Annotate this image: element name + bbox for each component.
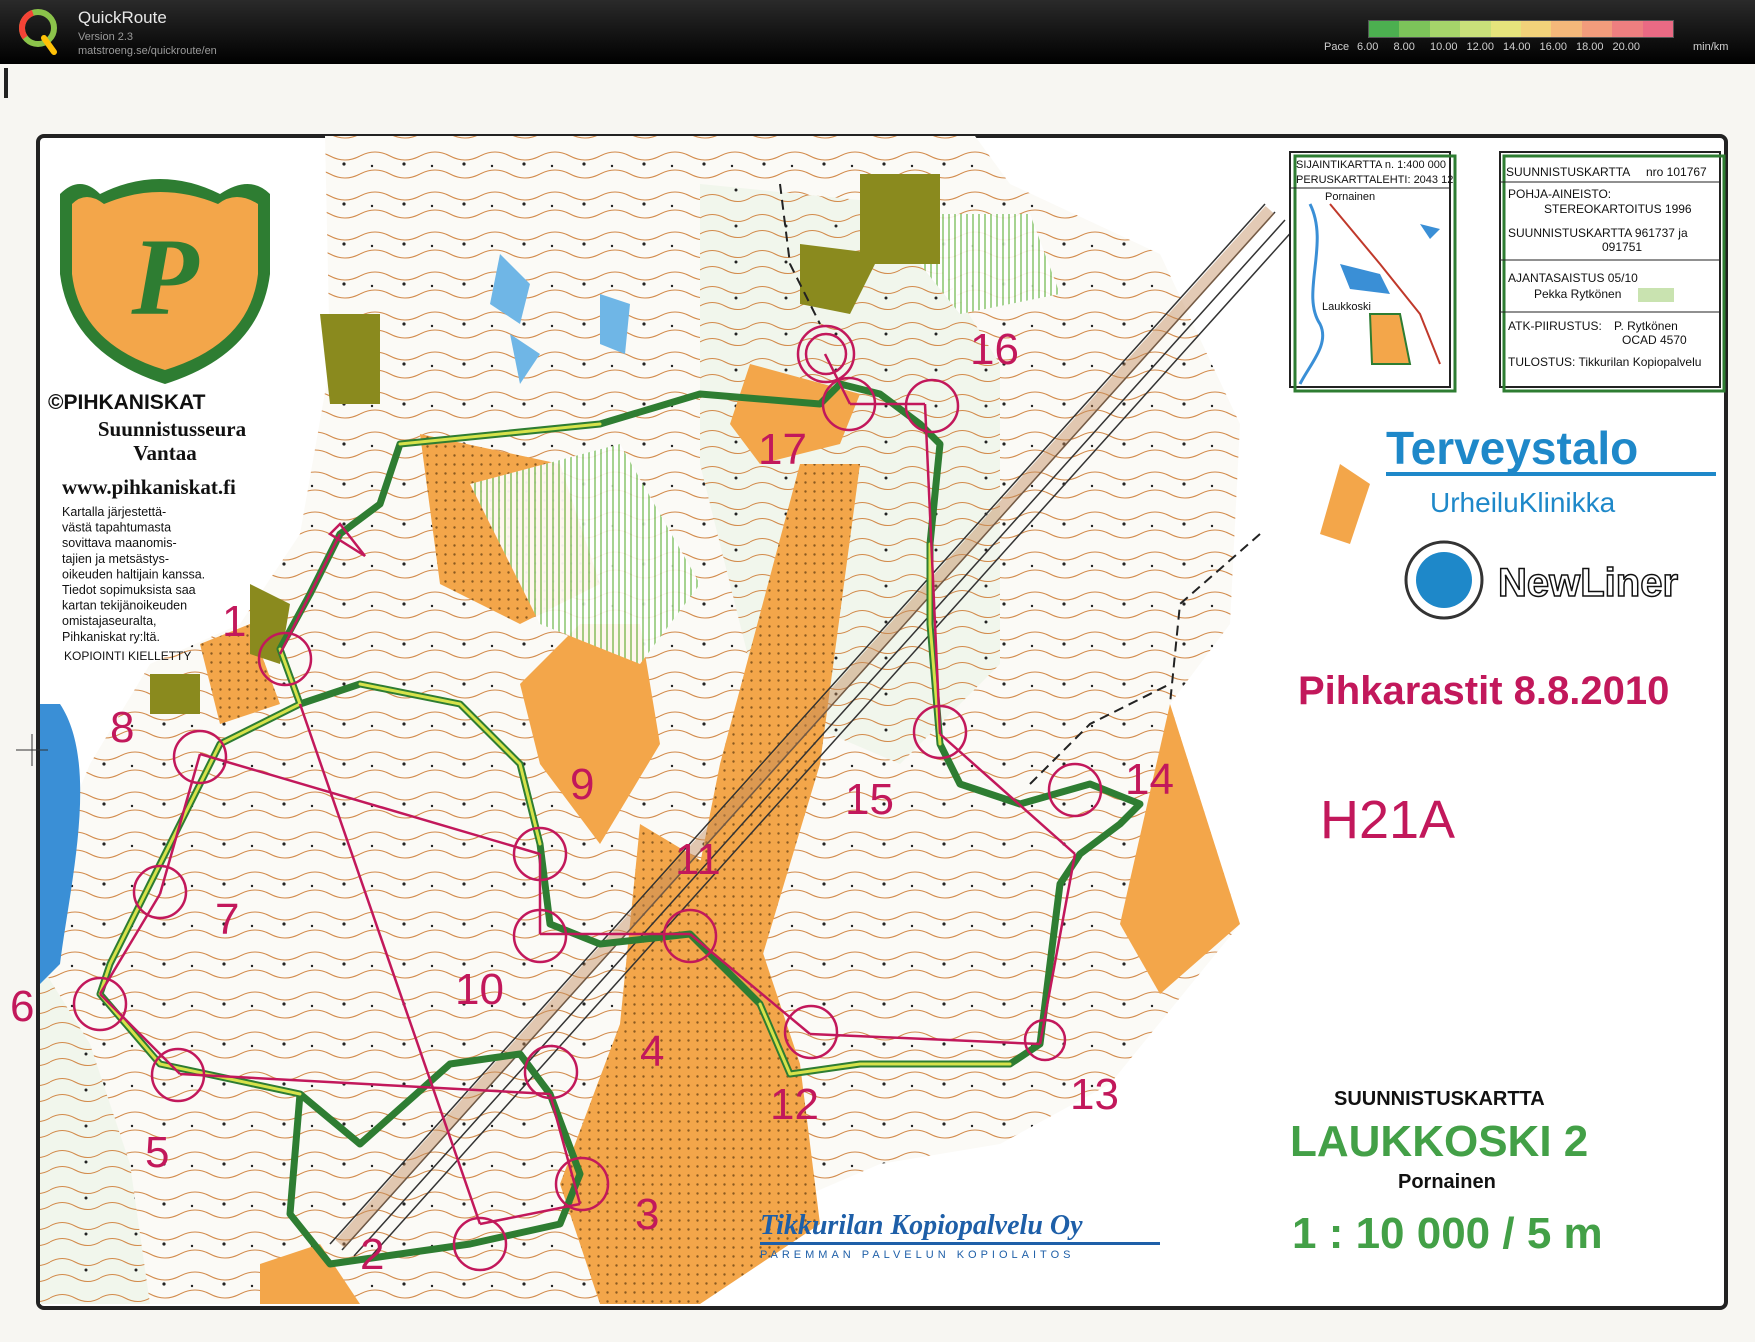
control-number: 10 [455, 965, 504, 1014]
control-number: 17 [758, 425, 807, 474]
pace-tick-label: 10.00 [1430, 41, 1458, 53]
location-place-laukkoski: Laukkoski [1322, 301, 1371, 313]
control-number: 15 [845, 775, 894, 824]
location-map-line2: PERUSKARTTALEHTI: 2043 12 [1296, 174, 1453, 186]
pace-tick-label: 8.00 [1393, 41, 1415, 53]
pace-tick-label: 20.00 [1612, 41, 1641, 53]
app-version: Version 2.3 [78, 31, 134, 43]
quickroute-logo-icon [19, 9, 57, 55]
pace-gradient-segment [1642, 21, 1674, 37]
club-name-line1: Suunnistusseura [98, 417, 247, 441]
map-info-prior-2: 091751 [1602, 240, 1642, 254]
pace-gradient-segment [1551, 21, 1582, 37]
sponsor-tikkurila-sub: PAREMMAN PALVELUN KOPIOLAITOS [760, 1249, 1074, 1261]
text-caret [4, 68, 8, 98]
pace-tick-label: 12.00 [1466, 41, 1495, 53]
map-info-atk-software: OCAD 4570 [1622, 333, 1687, 347]
map-info-atk: ATK-PIIRUSTUS: [1508, 319, 1602, 333]
map-info-number: nro 101767 [1646, 165, 1707, 179]
control-number: 16 [970, 325, 1019, 374]
pace-gradient-segment [1429, 21, 1461, 37]
control-number: 12 [770, 1080, 819, 1129]
map-label: SUUNNISTUSKARTTA [1334, 1088, 1545, 1110]
orienteering-map[interactable]: 1 2 3 4 5 6 7 8 9 10 11 12 13 14 15 16 1… [0, 64, 1755, 1342]
control-number: 6 [10, 982, 34, 1031]
pace-gradient-segment [1369, 21, 1400, 37]
club-notice-line: tajien ja metsästys- [62, 552, 169, 566]
event-title: Pihkarastit 8.8.2010 [1298, 669, 1669, 713]
control-number: 5 [145, 1128, 169, 1177]
sponsor-terveystalo-text: Terveystalo [1386, 422, 1638, 474]
map-viewport[interactable]: 1 2 3 4 5 6 7 8 9 10 11 12 13 14 15 16 1… [0, 64, 1755, 1342]
club-notice-line: omistajaseuralta, [62, 614, 157, 628]
map-info-update: AJANTASAISTUS 05/10 [1508, 271, 1638, 285]
club-notice-line: kartan tekijänoikeuden [62, 599, 187, 613]
pace-gradient-segment [1521, 21, 1552, 37]
pace-tick-label: 14.00 [1503, 41, 1531, 53]
app-url: matstroeng.se/quickroute/en [78, 45, 217, 57]
pace-unit: min/km [1693, 41, 1729, 53]
control-number: 13 [1070, 1070, 1119, 1119]
control-number: 7 [215, 895, 239, 944]
control-number: 2 [360, 1230, 384, 1279]
sponsor-tikkurila-text: Tikkurilan Kopiopalvelu Oy [760, 1210, 1083, 1241]
app-version-block: Version 2.3 matstroeng.se/quickroute/en [78, 30, 217, 58]
map-info-update-person: Pekka Rytkönen [1534, 287, 1621, 301]
map-info-prior-1: SUUNNISTUSKARTTA 961737 ja [1508, 226, 1688, 240]
pace-gradient-segment [1399, 21, 1430, 37]
club-website: www.pihkaniskat.fi [62, 475, 236, 499]
control-number: 11 [675, 835, 721, 884]
pace-tick-label: 16.00 [1539, 41, 1568, 53]
control-number: 4 [640, 1027, 664, 1076]
club-notice-line: Kartalla järjestettä- [62, 505, 166, 519]
club-copyright: ©PIHKANISKAT [48, 391, 206, 414]
control-number: 14 [1125, 755, 1174, 804]
club-notice-line: sovittava maanomis- [62, 536, 177, 550]
pace-label: Pace [1324, 41, 1350, 53]
pace-tick-label: 6.00 [1357, 41, 1379, 53]
map-info-base-value: STEREOKARTOITUS 1996 [1544, 202, 1692, 216]
municipality: Pornainen [1398, 1171, 1496, 1193]
control-number: 8 [110, 703, 134, 752]
club-notice-line: Pihkaniskat ry:ltä. [62, 630, 160, 644]
sponsor-newliner-text: NewLiner [1498, 561, 1678, 605]
location-map-box: SIJAINTIKARTTA n. 1:400 000 PERUSKARTTAL… [1289, 151, 1457, 393]
sponsor-urheiluklinikka-text: UrheiluKlinikka [1430, 487, 1616, 518]
map-name: LAUKKOSKI 2 [1290, 1117, 1588, 1166]
pace-gradient-segment [1581, 21, 1613, 37]
map-scale: 1 : 10 000 / 5 m [1292, 1209, 1603, 1258]
control-number: 9 [570, 760, 594, 809]
quickroute-header: QuickRoute Version 2.3 matstroeng.se/qui… [0, 0, 1755, 64]
pace-gradient-segment [1612, 21, 1643, 37]
control-number: 3 [635, 1190, 659, 1239]
crest-letter: P [130, 216, 199, 338]
control-number: 1 [222, 597, 246, 646]
location-place-pornainen: Pornainen [1325, 191, 1375, 203]
pace-gradient-segment [1490, 21, 1522, 37]
map-info-base-label: POHJA-AINEISTO: [1508, 187, 1611, 201]
pace-tick-label: 18.00 [1576, 41, 1604, 53]
app-title: QuickRoute [78, 8, 167, 27]
map-info-print: TULOSTUS: Tikkurilan Kopiopalvelu [1508, 355, 1701, 369]
club-notice-line: oikeuden haltijain kanssa. [62, 567, 205, 581]
copy-forbidden: KOPIOINTI KIELLETTY [64, 649, 191, 663]
pace-gradient-segment [1460, 21, 1491, 37]
location-map-line1: SIJAINTIKARTTA n. 1:400 000 [1296, 159, 1446, 171]
map-info-atk-person: P. Rytkönen [1614, 319, 1678, 333]
pace-gradient-bar [1368, 20, 1674, 38]
club-name-line2: Vantaa [133, 441, 197, 465]
club-notice-line: Tiedot sopimuksista saa [62, 583, 196, 597]
club-notice-line: västä tapahtumasta [62, 521, 171, 535]
map-info-box: SUUNNISTUSKARTTA nro 101767 POHJA-AINEIS… [1499, 151, 1726, 393]
course-class: H21A [1320, 790, 1455, 850]
map-info-title: SUUNNISTUSKARTTA [1506, 165, 1630, 179]
